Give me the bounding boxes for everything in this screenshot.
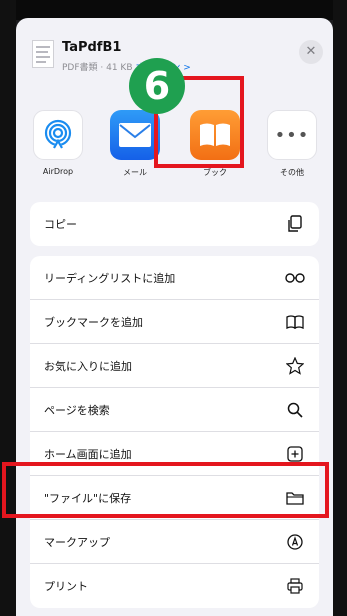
markup-icon bbox=[285, 532, 305, 552]
plus-square-icon bbox=[285, 444, 305, 464]
action-label: マークアップ bbox=[44, 535, 110, 549]
app-label: その他 bbox=[280, 168, 304, 177]
search-icon bbox=[285, 400, 305, 420]
app-label: メール bbox=[123, 168, 147, 177]
more-icon: ••• bbox=[267, 110, 317, 160]
action-find-on-page[interactable]: ページを検索 bbox=[30, 388, 319, 432]
copy-icon bbox=[285, 214, 305, 234]
app-more[interactable]: ••• その他 bbox=[264, 110, 320, 178]
copy-group: コピー bbox=[30, 202, 319, 246]
device-frame-left bbox=[0, 0, 16, 616]
action-label: リーディングリストに追加 bbox=[44, 271, 176, 285]
action-label: コピー bbox=[44, 218, 77, 231]
action-print[interactable]: プリント bbox=[30, 564, 319, 608]
airdrop-icon bbox=[33, 110, 83, 160]
action-label: ページを検索 bbox=[44, 403, 110, 417]
close-button[interactable]: ✕ bbox=[299, 40, 323, 64]
action-label: ホーム画面に追加 bbox=[44, 447, 132, 461]
top-bar bbox=[0, 0, 347, 20]
step-badge: 6 bbox=[129, 58, 185, 114]
action-bookmark[interactable]: ブックマークを追加 bbox=[30, 300, 319, 344]
app-label: AirDrop bbox=[42, 167, 74, 176]
star-icon bbox=[285, 356, 305, 376]
file-meta-text: PDF書類 · 41 KB bbox=[62, 63, 133, 73]
app-label: ブック bbox=[203, 168, 227, 177]
mail-icon bbox=[110, 110, 160, 160]
app-airdrop[interactable]: AirDrop bbox=[30, 110, 86, 176]
document-thumbnail bbox=[32, 40, 54, 68]
action-favorite[interactable]: お気に入りに追加 bbox=[30, 344, 319, 388]
action-group: リーディングリストに追加 ブックマークを追加 お気に入りに追加 ページを検索 ホ… bbox=[30, 256, 319, 608]
device-frame-right bbox=[333, 0, 347, 616]
file-title: TaPdfB1 bbox=[62, 40, 122, 55]
action-label: お気に入りに追加 bbox=[44, 359, 132, 373]
book-open-icon bbox=[285, 312, 305, 332]
highlight-save-to-files bbox=[2, 462, 329, 518]
action-label: プリント bbox=[44, 580, 88, 593]
action-markup[interactable]: マークアップ bbox=[30, 520, 319, 564]
print-icon bbox=[285, 576, 305, 596]
action-copy[interactable]: コピー bbox=[30, 202, 319, 246]
glasses-icon bbox=[285, 268, 305, 288]
action-reading-list[interactable]: リーディングリストに追加 bbox=[30, 256, 319, 300]
action-label: ブックマークを追加 bbox=[44, 315, 143, 329]
